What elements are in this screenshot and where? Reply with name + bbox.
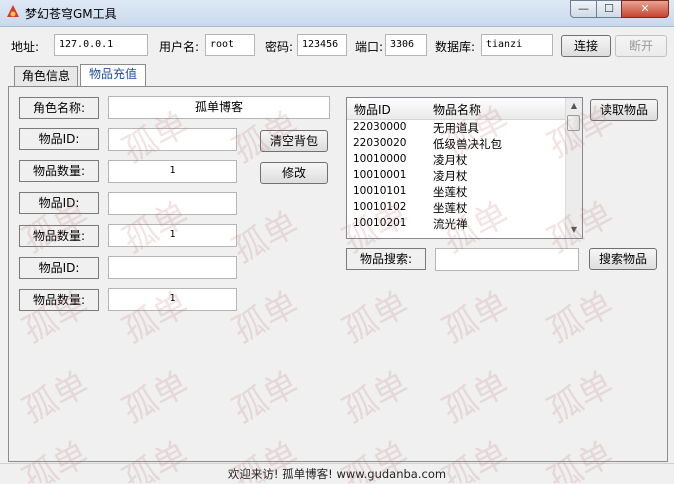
- role-name-input[interactable]: 孤单博客: [108, 96, 330, 119]
- list-item[interactable]: 10010000 凌月杖: [347, 152, 567, 168]
- app-icon: [7, 5, 19, 17]
- list-item-id: 10010201: [353, 217, 407, 229]
- role-name-label: 角色名称:: [19, 97, 99, 119]
- list-item-id: 10010000: [353, 153, 407, 165]
- port-input[interactable]: 3306: [385, 34, 427, 56]
- column-header-item-id[interactable]: 物品ID: [354, 101, 391, 118]
- list-item-id: 22030020: [353, 137, 407, 149]
- window-controls: — ☐ ✕: [570, 0, 670, 18]
- port-label: 端口:: [355, 40, 384, 54]
- list-item[interactable]: 22030000 无用道具: [347, 120, 567, 136]
- item-id-label-1: 物品ID:: [19, 128, 99, 150]
- connect-button[interactable]: 连接: [561, 35, 611, 57]
- list-item-id: 10010001: [353, 169, 407, 181]
- list-item-name: 坐莲杖: [433, 185, 468, 199]
- list-item[interactable]: 22030020 低级兽决礼包: [347, 136, 567, 152]
- close-button[interactable]: ✕: [621, 0, 669, 18]
- item-list-header: 物品ID 物品名称: [347, 98, 567, 120]
- list-item-name: 坐莲杖: [433, 201, 468, 215]
- minimize-button[interactable]: —: [570, 0, 597, 18]
- item-id-input-3[interactable]: [108, 256, 237, 279]
- list-item[interactable]: 10010201 流光禅: [347, 216, 567, 232]
- list-item-name: 低级兽决礼包: [433, 137, 502, 151]
- item-qty-input-3[interactable]: 1: [108, 288, 237, 311]
- disconnect-button[interactable]: 断开: [615, 35, 667, 57]
- database-input[interactable]: tianzi: [481, 34, 553, 56]
- list-item[interactable]: 10010102 坐莲杖: [347, 200, 567, 216]
- item-id-input-1[interactable]: [108, 128, 237, 151]
- database-label: 数据库:: [435, 40, 476, 54]
- item-qty-input-1[interactable]: 1: [108, 160, 237, 183]
- list-item-name: 凌月杖: [433, 169, 468, 183]
- scroll-down-icon[interactable]: ▼: [566, 222, 582, 238]
- user-label: 用户名:: [159, 40, 200, 54]
- item-qty-input-2[interactable]: 1: [108, 224, 237, 247]
- scroll-up-icon[interactable]: ▲: [566, 98, 582, 114]
- item-list[interactable]: 物品ID 物品名称 22030000 无用道具 22030020 低级兽决礼包 1001…: [346, 97, 583, 239]
- password-label: 密码:: [265, 40, 294, 54]
- tab-item-recharge[interactable]: 物品充值: [80, 64, 146, 86]
- window-title: 梦幻苍穹GM工具: [25, 7, 117, 21]
- list-item[interactable]: 10010001 凌月杖: [347, 168, 567, 184]
- modify-button[interactable]: 修改: [260, 162, 328, 184]
- item-qty-label-2: 物品数量:: [19, 225, 99, 247]
- maximize-button[interactable]: ☐: [596, 0, 622, 18]
- user-input[interactable]: root: [205, 34, 255, 56]
- search-items-button[interactable]: 搜索物品: [589, 248, 657, 270]
- scroll-thumb[interactable]: [567, 115, 580, 131]
- list-item-name: 凌月杖: [433, 153, 468, 167]
- list-scrollbar[interactable]: ▲ ▼: [565, 98, 582, 238]
- list-item-id: 10010102: [353, 201, 407, 213]
- address-label: 地址:: [11, 40, 40, 54]
- read-items-button[interactable]: 读取物品: [590, 99, 658, 121]
- status-text: 欢迎来访! 孤单博客! www.gudanba.com: [227, 467, 447, 481]
- item-search-input[interactable]: [435, 248, 579, 271]
- title-bar: 梦幻苍穹GM工具 — ☐ ✕: [0, 0, 674, 27]
- list-item-name: 无用道具: [433, 121, 479, 135]
- item-id-label-3: 物品ID:: [19, 257, 99, 279]
- list-item[interactable]: 10010101 坐莲杖: [347, 184, 567, 200]
- list-item-id: 10010101: [353, 185, 407, 197]
- item-search-label: 物品搜索:: [346, 248, 426, 270]
- column-header-item-name[interactable]: 物品名称: [433, 101, 481, 118]
- clear-bag-button[interactable]: 清空背包: [260, 130, 328, 152]
- item-id-input-2[interactable]: [108, 192, 237, 215]
- list-item-name: 流光禅: [433, 217, 468, 231]
- list-item-id: 22030000: [353, 121, 407, 133]
- item-qty-label-3: 物品数量:: [19, 289, 99, 311]
- item-qty-label-1: 物品数量:: [19, 160, 99, 182]
- address-input[interactable]: 127.0.0.1: [54, 34, 148, 56]
- item-id-label-2: 物品ID:: [19, 192, 99, 214]
- tab-role-info[interactable]: 角色信息: [14, 66, 78, 86]
- password-input[interactable]: 123456: [297, 34, 347, 56]
- status-bar: 欢迎来访! 孤单博客! www.gudanba.com: [0, 463, 674, 484]
